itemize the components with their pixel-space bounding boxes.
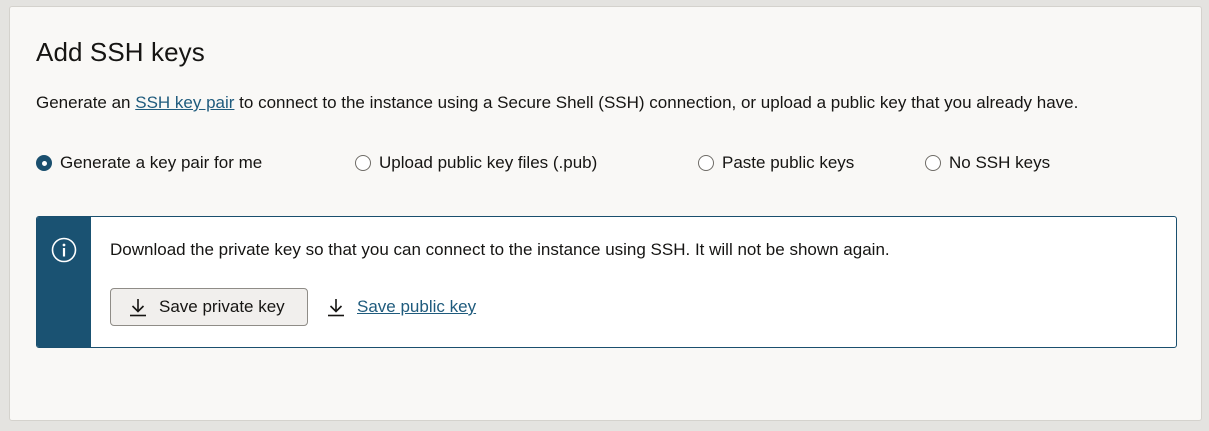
radio-label: Paste public keys: [722, 153, 855, 172]
radio-label: Generate a key pair for me: [60, 153, 263, 172]
key-option-radio-group: Generate a key pair for me Upload public…: [36, 153, 1186, 175]
description-prefix: Generate an: [36, 93, 136, 112]
ssh-keys-panel: Add SSH keys Generate an SSH key pair to…: [9, 6, 1202, 421]
radio-paste-public-keys[interactable]: Paste public keys: [698, 153, 854, 173]
radio-selected-indicator: [36, 155, 52, 171]
radio-indicator: [925, 155, 941, 171]
section-description: Generate an SSH key pair to connect to t…: [36, 93, 1078, 113]
download-icon: [328, 299, 344, 317]
info-message-box: Download the private key so that you can…: [36, 216, 1177, 348]
ssh-key-pair-link[interactable]: SSH key pair: [135, 93, 234, 112]
radio-label: No SSH keys: [949, 153, 1051, 172]
description-suffix: to connect to the instance using a Secur…: [234, 93, 1079, 112]
info-message: Download the private key so that you can…: [110, 240, 890, 259]
radio-indicator: [355, 155, 371, 171]
radio-generate-key-pair[interactable]: Generate a key pair for me: [36, 153, 262, 173]
info-icon: [51, 237, 77, 263]
download-icon: [130, 299, 146, 317]
save-private-key-label: Save private key: [159, 297, 285, 316]
save-private-key-button[interactable]: Save private key: [110, 288, 308, 326]
radio-indicator: [698, 155, 714, 171]
radio-upload-public-key-files[interactable]: Upload public key files (.pub): [355, 153, 597, 173]
radio-no-ssh-keys[interactable]: No SSH keys: [925, 153, 1050, 173]
save-public-key-link[interactable]: Save public key: [327, 288, 476, 326]
section-title: Add SSH keys: [36, 37, 205, 67]
radio-label: Upload public key files (.pub): [379, 153, 598, 172]
info-rail: [37, 217, 91, 347]
save-public-key-label: Save public key: [357, 297, 477, 316]
